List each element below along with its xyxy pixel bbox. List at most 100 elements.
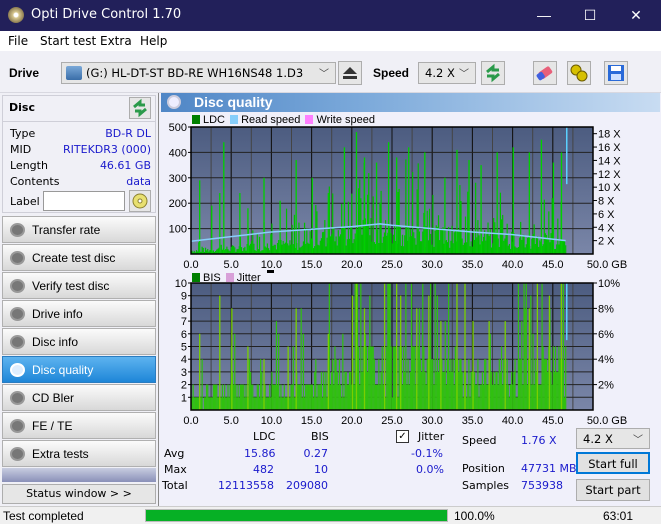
data-peak [560,152,563,254]
data-bar [376,384,378,410]
data-bar [531,384,533,410]
settings-button[interactable] [567,61,591,85]
data-bar [454,346,456,410]
disc-label-button[interactable] [129,190,151,212]
data-bar [206,384,208,410]
data-bar [559,240,561,254]
y-tick-label-right: 2 X [598,236,615,248]
data-bar [379,384,381,410]
disc-quality-icon [167,95,181,109]
data-bar [204,397,207,410]
test-speed-select[interactable]: 4.2 X ﹀ [576,428,650,449]
data-bar [330,371,333,410]
data-bar [227,384,229,410]
data-bar [336,245,338,254]
data-bar [324,384,326,410]
data-bar [439,359,441,410]
data-bar [254,397,256,410]
menu-file[interactable]: File [8,34,28,48]
menu-start-test[interactable]: Start test [40,34,96,48]
save-button[interactable] [604,61,628,85]
eject-button[interactable] [338,61,362,85]
refresh-button[interactable] [481,61,505,85]
data-bar [545,359,548,410]
data-bar [350,371,352,410]
nav-fe-te[interactable]: FE / TE [2,412,156,439]
nav-drive-info[interactable]: Drive info [2,300,156,327]
data-bar [507,384,509,410]
data-bar [233,384,235,410]
data-bar [370,346,372,410]
menu-help[interactable]: Help [140,34,167,48]
speed-select[interactable]: 4.2 X ﹀ [418,62,476,84]
disc-contents-value: data [126,175,151,188]
data-bar [317,244,319,254]
disc-label-input[interactable] [43,191,125,211]
data-bar [539,240,541,254]
close-button[interactable]: ✕ [613,0,659,31]
erase-button[interactable] [533,61,557,85]
drive-select[interactable]: (G:) HL-DT-ST BD-RE WH16NS48 1.D3 ﹀ [61,62,336,84]
data-bar [238,397,240,410]
fe-te-icon [10,419,25,433]
data-bar [242,384,244,410]
data-bar [323,371,325,410]
status-text: Test completed [3,509,84,523]
data-bar [522,234,524,254]
data-bar [298,222,300,254]
data-bar [490,247,493,254]
data-bar [397,397,399,410]
eraser-icon [536,66,553,81]
data-peak [528,152,530,254]
data-bar [230,246,232,254]
y-tick-label-left: 6 [181,329,187,341]
data-peak [416,308,418,410]
menu-extra[interactable]: Extra [100,34,132,48]
data-bar [551,384,553,410]
stats-total-label: Total [162,479,188,492]
data-bar [397,191,399,254]
data-bar [431,244,433,254]
start-part-button[interactable]: Start part [576,479,650,501]
data-bar [470,371,472,410]
status-window-button[interactable]: Status window > > [2,484,156,504]
nav-extra-tests[interactable]: Extra tests [2,440,156,467]
data-bar [194,397,196,410]
disc-refresh-button[interactable] [129,97,151,119]
maximize-button[interactable]: ☐ [567,0,613,31]
nav-disc-quality[interactable]: Disc quality [2,356,156,383]
window-title: Opti Drive Control 1.70 [31,7,182,22]
data-bar [252,384,254,410]
data-bar [386,235,388,254]
data-bar [524,308,526,410]
drive-value: (G:) HL-DT-ST BD-RE WH16NS48 1.D3 [86,66,304,80]
start-full-button[interactable]: Start full [576,452,650,474]
data-peak [295,308,297,410]
data-bar [382,384,384,410]
data-bar [482,384,485,410]
speed-label: Speed [373,66,410,80]
test-speed-value: 4.2 X [583,432,613,446]
data-peak [548,295,551,410]
data-bar [535,236,538,254]
data-bar [350,227,352,254]
verify-disc-icon [10,279,25,293]
nav-cd-bler[interactable]: CD Bler [2,384,156,411]
x-tick-label: 10.0 [261,259,282,270]
minimize-button[interactable]: — [521,0,567,31]
data-bar [540,384,542,410]
nav-create-test-disc[interactable]: Create test disc [2,244,156,271]
jitter-checkbox[interactable]: ✓ [396,430,409,443]
data-bar [299,247,301,254]
data-bar [347,201,350,254]
nav-verify-test-disc[interactable]: Verify test disc [2,272,156,299]
nav-disc-info[interactable]: Disc info [2,328,156,355]
data-bar [244,397,246,410]
data-bar [484,359,486,410]
data-bar [297,384,299,410]
data-bar [499,371,502,410]
nav-transfer-rate[interactable]: Transfer rate [2,216,156,243]
disc-quality-icon [10,363,25,377]
data-peak [504,321,506,410]
data-bar [256,233,258,254]
